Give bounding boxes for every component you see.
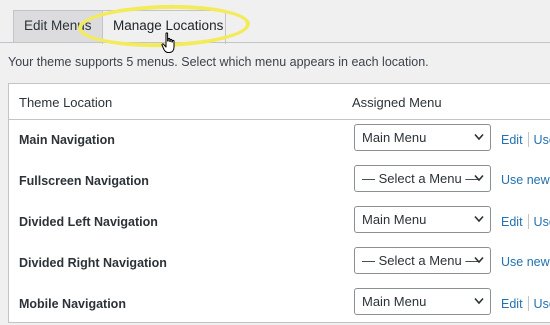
chevron-down-icon [474,215,484,223]
action-separator [527,132,529,147]
table-row-divided-right-navigation: Divided Right Navigation — Select a Menu… [9,243,550,284]
menu-select-value: — Select a Menu — [362,171,479,186]
location-label: Fullscreen Navigation [19,174,149,188]
row-actions: Edit Use [501,296,550,311]
use-new-menu-link[interactable]: Use [534,297,550,311]
chevron-down-icon [474,256,484,264]
row-actions: Edit Use [501,132,550,147]
menu-select-value: — Select a Menu — [362,253,479,268]
menu-select-fullscreen-navigation[interactable]: — Select a Menu — [354,165,491,192]
edit-menu-link[interactable]: Edit [501,133,523,147]
use-new-menu-link[interactable]: Use [534,215,550,229]
row-actions: Use new m [501,173,550,187]
theme-menus-description: Your theme supports 5 menus. Select whic… [8,55,429,69]
menu-select-value: Main Menu [362,294,427,309]
chevron-down-icon [474,133,484,141]
use-new-menu-link[interactable]: Use [534,133,550,147]
tab-manage-locations-label: Manage Locations [113,18,224,33]
location-label: Mobile Navigation [19,297,126,311]
chevron-down-icon [474,174,484,182]
menu-select-mobile-navigation[interactable]: Main Menu [354,288,491,315]
action-separator [527,214,529,229]
table-row-fullscreen-navigation: Fullscreen Navigation — Select a Menu — … [9,161,550,202]
table-row-mobile-navigation: Mobile Navigation Main Menu Edit Use [9,284,550,325]
row-actions: Use new m [501,255,550,269]
nav-tab-wrapper: Edit Menus Manage Locations [0,0,550,44]
table-row-main-navigation: Main Navigation Main Menu Edit Use [9,120,550,161]
column-header-assigned-menu: Assigned Menu [352,95,442,110]
column-header-theme-location: Theme Location [19,95,113,110]
use-new-menu-link[interactable]: Use new m [501,255,550,269]
use-new-menu-link[interactable]: Use new m [501,173,550,187]
menu-select-main-navigation[interactable]: Main Menu [354,124,491,151]
menu-select-value: Main Menu [362,212,427,227]
row-actions: Edit Use [501,214,550,229]
action-separator [527,296,529,311]
hand-pointer-icon [161,32,175,53]
location-label: Main Navigation [19,133,115,147]
location-label: Divided Right Navigation [19,256,167,270]
menu-select-value: Main Menu [362,130,427,145]
chevron-down-icon [474,297,484,305]
tabs-divider [0,42,550,43]
menu-select-divided-left-navigation[interactable]: Main Menu [354,206,491,233]
menu-select-divided-right-navigation[interactable]: — Select a Menu — [354,247,491,274]
edit-menu-link[interactable]: Edit [501,215,523,229]
edit-menu-link[interactable]: Edit [501,297,523,311]
location-label: Divided Left Navigation [19,215,158,229]
tab-edit-menus[interactable]: Edit Menus [13,10,113,42]
tab-edit-menus-label: Edit Menus [24,18,92,33]
table-row-divided-left-navigation: Divided Left Navigation Main Menu Edit Us… [9,202,550,243]
menu-locations-table: Theme Location Assigned Menu Main Naviga… [8,83,550,323]
